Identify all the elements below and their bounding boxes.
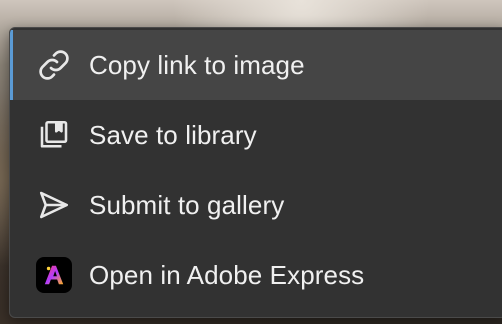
menu-item-label: Open in Adobe Express: [89, 259, 365, 290]
menu-item-submit-to-gallery[interactable]: Submit to gallery: [10, 170, 502, 240]
link-icon: [34, 45, 74, 85]
menu-item-label: Submit to gallery: [89, 189, 285, 220]
send-icon: [34, 185, 74, 225]
menu-item-save-to-library[interactable]: Save to library: [10, 100, 502, 170]
menu-item-label: Copy link to image: [89, 49, 305, 80]
context-menu: Copy link to image Save to library Submi…: [9, 27, 502, 318]
menu-item-open-in-adobe-express[interactable]: Open in Adobe Express: [10, 240, 502, 310]
library-icon: [34, 115, 74, 155]
menu-item-copy-link[interactable]: Copy link to image: [10, 30, 502, 100]
menu-item-label: Save to library: [89, 119, 257, 150]
adobe-express-icon: [34, 255, 74, 295]
